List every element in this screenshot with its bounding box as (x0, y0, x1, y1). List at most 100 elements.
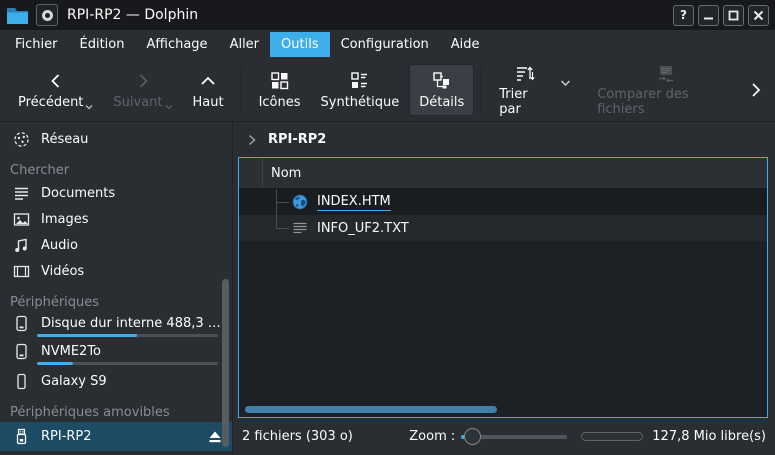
chevron-up-icon (199, 70, 217, 92)
chevron-right-icon (749, 82, 763, 98)
chevron-down-icon[interactable] (560, 79, 571, 87)
toolbar-overflow-button[interactable] (745, 78, 767, 102)
expander-column-header (239, 158, 263, 188)
hard-drive-icon (13, 343, 30, 360)
back-button[interactable]: Précédent (8, 64, 103, 116)
sidebar-item-nvme2to[interactable]: NVME2To (0, 340, 232, 365)
toolbar-separator (241, 67, 242, 113)
compare-files-button[interactable]: Comparer des fichiers (587, 56, 745, 123)
sidebar-item-label: Galaxy S9 (41, 374, 107, 389)
zoom-slider[interactable] (461, 428, 567, 446)
text-file-icon (292, 220, 308, 236)
up-button[interactable]: Haut (183, 64, 234, 116)
sidebar-item-label: Disque dur interne 488,3 G… (41, 316, 222, 331)
compact-view-label: Synthétique (321, 95, 400, 110)
zoom-label: Zoom : (409, 429, 455, 444)
music-note-icon (13, 237, 30, 254)
zoom-slider-handle[interactable] (464, 428, 481, 445)
forward-label: Suivant (113, 95, 162, 110)
compare-files-label: Comparer des fichiers (597, 87, 735, 117)
minimize-icon (703, 10, 714, 21)
dolphin-window: RPI-RP2 — Dolphin ? Fichi (0, 0, 775, 455)
sidebar-section-chercher: Chercher (0, 160, 232, 180)
menubar: Fichier Édition Affichage Aller Outils C… (0, 30, 775, 58)
sidebar-item-rpi-rp2[interactable]: RPI-RP2 (0, 422, 232, 451)
sidebar-item-label: Documents (41, 186, 115, 201)
menu-aller[interactable]: Aller (219, 32, 270, 57)
help-button[interactable]: ? (673, 5, 694, 26)
details-view-button[interactable]: Détails (409, 64, 474, 116)
chevron-down-icon (165, 101, 173, 110)
sidebar-item-label: RPI-RP2 (41, 429, 92, 444)
toolbar-separator (481, 67, 482, 113)
hard-drive-icon (13, 315, 30, 332)
sidebar-item-videos[interactable]: Vidéos (0, 258, 232, 284)
disk-usage-bar (37, 362, 218, 365)
sidebar-item-label: NVME2To (41, 344, 101, 359)
ring-icon (41, 9, 54, 22)
maximize-button[interactable] (723, 5, 744, 26)
forward-button[interactable]: Suivant (103, 64, 182, 116)
back-label: Précédent (18, 95, 83, 110)
file-row-index-htm[interactable]: INDEX.HTM (239, 189, 767, 215)
sidebar-item-documents[interactable]: Documents (0, 180, 232, 206)
sidebar-section-peripheriques: Périphériques (0, 292, 232, 312)
eject-icon (207, 430, 223, 444)
close-button[interactable] (748, 5, 769, 26)
free-space-bar (581, 432, 643, 441)
column-header-nom[interactable]: Nom (263, 158, 767, 188)
toolbar: Précédent Suivant Haut (0, 58, 775, 122)
folder-app-icon (6, 6, 29, 25)
image-icon (13, 211, 30, 228)
tree-branch-line (276, 215, 277, 228)
breadcrumb: RPI-RP2 (233, 122, 775, 157)
icons-view-button[interactable]: Icônes (249, 64, 311, 116)
sort-icon (515, 62, 535, 84)
chevron-right-icon (134, 70, 152, 92)
sidebar-item-galaxy-s9[interactable]: Galaxy S9 (0, 368, 232, 394)
file-row-info-uf2-txt[interactable]: INFO_UF2.TXT (239, 215, 767, 241)
breadcrumb-segment[interactable]: RPI-RP2 (268, 132, 326, 147)
icons-view-icon (270, 70, 289, 92)
sidebar-item-disque-dur[interactable]: Disque dur interne 488,3 G… (0, 312, 232, 337)
file-name: INDEX.HTM (317, 194, 391, 211)
details-view: Nom INDEX.HTM (238, 157, 768, 418)
phone-icon (13, 373, 30, 390)
disk-usage-bar (37, 334, 218, 337)
statusbar: 2 fichiers (303 o) Zoom : 127,8 Mio libr… (233, 418, 775, 455)
menu-outils[interactable]: Outils (270, 32, 330, 57)
column-header-row: Nom (239, 158, 767, 189)
chevron-down-icon (85, 101, 93, 110)
compact-view-icon (350, 70, 369, 92)
sidebar-item-images[interactable]: Images (0, 206, 232, 232)
sidebar-scrollbar[interactable] (222, 279, 229, 447)
compare-files-icon (655, 62, 677, 84)
menu-fichier[interactable]: Fichier (4, 32, 69, 57)
help-icon: ? (680, 9, 687, 21)
sort-by-button[interactable]: Trier par (489, 56, 560, 123)
sidebar-item-reseau[interactable]: Réseau (0, 126, 232, 152)
sidebar-section-amovibles: Périphériques amovibles (0, 402, 232, 422)
chevron-left-icon (47, 70, 65, 92)
chevron-right-icon[interactable] (247, 134, 257, 146)
compact-view-button[interactable]: Synthétique (311, 64, 410, 116)
window-title: RPI-RP2 — Dolphin (67, 7, 198, 23)
details-view-label: Détails (419, 95, 464, 110)
menu-affichage[interactable]: Affichage (135, 32, 218, 57)
globe-icon (292, 194, 308, 210)
places-panel: Réseau Chercher Documents Images (0, 122, 233, 455)
sort-by-label: Trier par (499, 87, 550, 117)
horizontal-scrollbar[interactable] (245, 406, 497, 413)
menu-configuration[interactable]: Configuration (330, 32, 440, 57)
sidebar-item-audio[interactable]: Audio (0, 232, 232, 258)
minimize-button[interactable] (698, 5, 719, 26)
file-name: INFO_UF2.TXT (317, 221, 409, 236)
document-lines-icon (13, 185, 30, 202)
folder-view-container: RPI-RP2 Nom (233, 122, 775, 455)
tree-branch-line (276, 202, 289, 203)
free-space-text: 127,8 Mio libre(s) (652, 429, 766, 444)
close-icon (753, 10, 764, 21)
menu-aide[interactable]: Aide (440, 32, 491, 57)
window-menu-button[interactable] (36, 4, 58, 26)
menu-edition[interactable]: Édition (69, 32, 136, 57)
